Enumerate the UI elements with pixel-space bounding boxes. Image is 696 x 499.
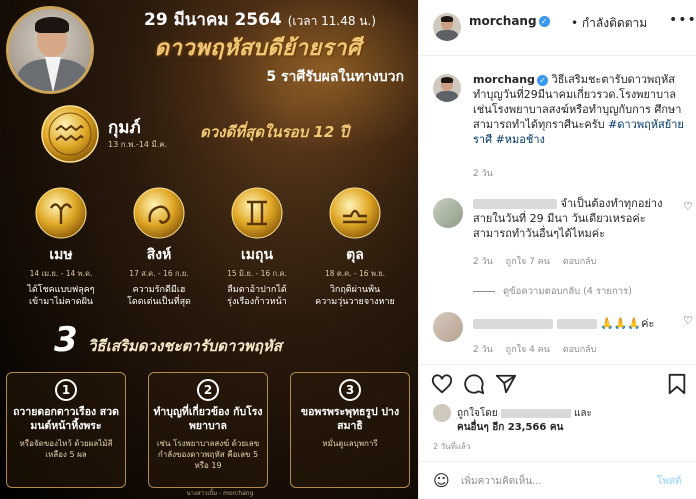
sign-card-leo: สิงห์ 17 ส.ค. - 16 ก.ย. ความรักดีมีเฮ โดด… bbox=[114, 186, 204, 308]
sign-row: เมษ 14 เม.ย. - 14 พ.ค. ได้โชคแบบฟลุคๆ เข้… bbox=[0, 186, 418, 320]
post-comment-button[interactable]: โพสต์ bbox=[657, 474, 682, 489]
view-replies-button[interactable]: ดูข้อความตอบกลับ (4 รายการ) bbox=[473, 284, 632, 299]
post-image: 29 มีนาคม 2564 (เวลา 11.48 น.) ดาวพฤหัสบ… bbox=[0, 0, 418, 499]
reply-button[interactable]: ตอบกลับ bbox=[563, 257, 597, 267]
post-timestamp: 2 วันที่แล้ว bbox=[433, 442, 471, 451]
author-avatar[interactable] bbox=[433, 13, 461, 41]
portrait-photo bbox=[6, 6, 94, 94]
method-box-2: 2 ทำบุญที่เกี่ยวข้อง กับโรงพยาบาล เช่น โ… bbox=[148, 372, 268, 488]
likes-count[interactable]: คนอื่นๆ อีก 23,566 คน bbox=[457, 420, 563, 435]
reply-button[interactable]: ตอบกลับ bbox=[563, 345, 597, 355]
emoji-icon[interactable]: ☺ bbox=[433, 471, 450, 490]
sign-card-aries: เมษ 14 เม.ย. - 14 พ.ค. ได้โชคแบบฟลุคๆ เข้… bbox=[16, 186, 106, 308]
aquarius-medal-icon bbox=[41, 105, 99, 163]
main-sign-aquarius: กุมภ์ 13 ก.พ.-14 มี.ค. ดวงดีที่สุดในรอบ … bbox=[30, 105, 400, 163]
liker-avatar[interactable] bbox=[433, 404, 451, 422]
blurred-username bbox=[473, 319, 553, 329]
following-button[interactable]: • กำลังติดตาม bbox=[571, 14, 647, 33]
method-box-3: 3 ขอพรพระพุทธรูป ปางสมาธิ หมั่นดูแลบุพกา… bbox=[290, 372, 410, 488]
comment-likes[interactable]: ถูกใจ 7 คน bbox=[506, 257, 550, 267]
caption-username[interactable]: morchang bbox=[473, 73, 535, 86]
post-side-panel: morchang ✓ • กำลังติดตาม ••• morchang ✓ วิ… bbox=[418, 0, 696, 499]
more-horizontal-icon[interactable]: ••• bbox=[669, 12, 696, 28]
blurred-liker-name bbox=[500, 408, 571, 418]
add-comment-bar: ☺ โพสต์ bbox=[419, 461, 696, 499]
comment-time: 2 วัน bbox=[473, 345, 493, 355]
heart-icon[interactable] bbox=[431, 373, 453, 395]
image-date: 29 มีนาคม 2564 (เวลา 11.48 น.) bbox=[144, 10, 376, 30]
leo-medal-icon bbox=[133, 187, 185, 239]
comment-icon[interactable] bbox=[463, 373, 485, 395]
comment-time: 2 วัน bbox=[473, 257, 493, 267]
share-icon[interactable] bbox=[495, 373, 517, 395]
commenter-avatar[interactable] bbox=[433, 312, 463, 342]
image-footer: นางสาวเบิ้ม - morchang bbox=[186, 490, 254, 497]
author-username[interactable]: morchang ✓ bbox=[469, 14, 550, 28]
gemini-medal-icon bbox=[231, 187, 283, 239]
like-comment-heart-icon[interactable]: ♡ bbox=[683, 200, 693, 213]
post-header: morchang ✓ • กำลังติดตาม ••• bbox=[419, 0, 696, 56]
comment-text: 🙏🙏🙏ค่ะ bbox=[600, 317, 655, 330]
image-subtitle: 5 ราศีรับผลในทางบวก bbox=[266, 69, 404, 85]
hashtag-link[interactable]: #หมอช้าง bbox=[496, 133, 545, 146]
blurred-username bbox=[473, 199, 557, 209]
comment-input[interactable] bbox=[461, 473, 651, 489]
method-box-1: 1 ถวายดอกดาวเรือง สวดมนต์หน้าหิ้งพระ หรื… bbox=[6, 372, 126, 488]
bookmark-icon[interactable] bbox=[667, 373, 687, 395]
sign-card-libra: ตุล 18 ต.ค. - 16 พ.ย. วิกฤติผ่านพ้น ความว… bbox=[310, 186, 400, 308]
post-actions bbox=[419, 364, 696, 404]
main-sign-dates: 13 ก.พ.-14 มี.ค. bbox=[108, 140, 168, 149]
caption-time: 2 วัน bbox=[473, 169, 493, 179]
like-comment-heart-icon[interactable]: ♡ bbox=[683, 314, 693, 327]
commenter-avatar[interactable] bbox=[433, 198, 463, 228]
comment-likes[interactable]: ถูกใจ 4 คน bbox=[506, 345, 550, 355]
caption-avatar[interactable] bbox=[433, 74, 461, 102]
verified-badge-icon: ✓ bbox=[536, 74, 548, 86]
main-sign-headline: ดวงดีที่สุดในรอบ 12 ปี bbox=[200, 123, 350, 141]
sign-card-gemini: เมถุน 15 มิ.ย. - 16 ก.ค. ลืมตาอ้าปากได้ร… bbox=[212, 186, 302, 308]
blurred-mention bbox=[556, 319, 597, 329]
libra-medal-icon bbox=[329, 187, 381, 239]
image-title: ดาวพฤหัสบดีย้ายราศี bbox=[154, 35, 362, 61]
aries-medal-icon bbox=[35, 187, 87, 239]
main-sign-name: กุมภ์ bbox=[108, 118, 141, 138]
verified-badge-icon: ✓ bbox=[538, 16, 550, 27]
